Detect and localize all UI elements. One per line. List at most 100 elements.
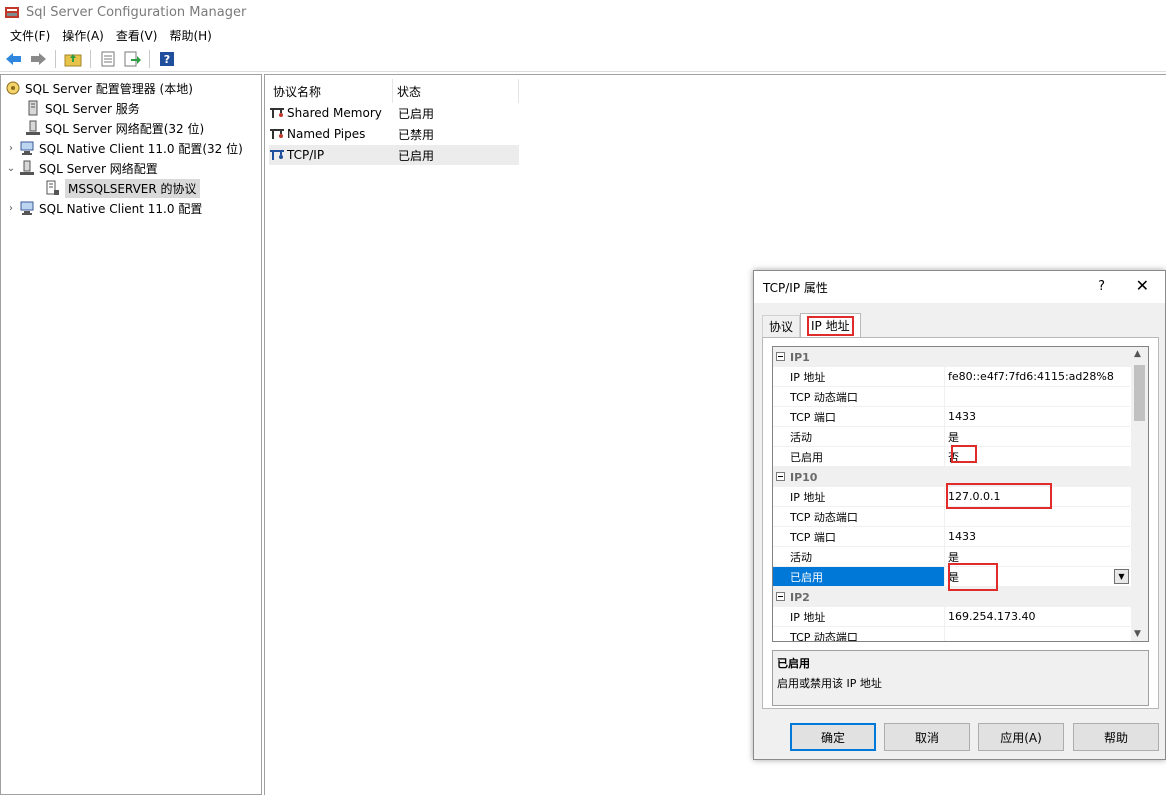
toolbar-divider (90, 50, 91, 68)
network-icon (25, 120, 41, 136)
tree-item-network-32[interactable]: SQL Server 网络配置(32 位) (11, 118, 204, 138)
tree-expander[interactable]: › (5, 203, 17, 214)
grid-property-value[interactable]: 1433 (944, 527, 1130, 547)
dialog-tabs: 协议 IP 地址 (762, 313, 861, 337)
property-description: 已启用 启用或禁用该 IP 地址 (772, 650, 1149, 706)
ip-address-tab-panel: IP1 IP 地址 fe80::e4f7:7fd6:4115:ad28%8 TC… (762, 337, 1159, 709)
property-grid: IP1 IP 地址 fe80::e4f7:7fd6:4115:ad28%8 TC… (772, 346, 1149, 642)
tab-ip-addresses[interactable]: IP 地址 (800, 313, 861, 337)
grid-property-name: 活动 (773, 547, 944, 567)
protocol-icon (269, 148, 285, 162)
annotation-box (946, 483, 1052, 509)
client-icon (19, 140, 35, 156)
grid-property-value[interactable]: 169.254.173.40 (944, 607, 1130, 627)
protocol-icon (269, 127, 285, 141)
apply-button[interactable]: 应用(A) (978, 723, 1064, 751)
network-icon (19, 160, 35, 176)
dialog-help-button[interactable]: ? (1098, 279, 1105, 294)
grid-property-value[interactable] (944, 507, 1130, 527)
annotation-box (951, 445, 977, 463)
arrow-left-icon[interactable] (4, 49, 24, 69)
grid-property-value[interactable]: 1433 (944, 407, 1130, 427)
grid-property-name: IP 地址 (773, 487, 944, 507)
protocol-name: TCP/IP (287, 148, 325, 162)
grid-row[interactable]: IP 地址 fe80::e4f7:7fd6:4115:ad28%8 (773, 367, 1131, 387)
grid-row[interactable]: TCP 动态端口 (773, 627, 1131, 641)
scrollbar-thumb[interactable] (1134, 365, 1145, 421)
tree-item-mssqlserver-protocols[interactable]: MSSQLSERVER 的协议 (31, 178, 200, 198)
grid-property-value[interactable] (944, 627, 1130, 641)
tree-item-native-client[interactable]: › SQL Native Client 11.0 配置 (9, 198, 202, 218)
tab-label: 协议 (769, 320, 794, 334)
tcpip-properties-dialog: TCP/IP 属性 ? ✕ 协议 IP 地址 IP1 IP 地址 fe80::e… (753, 270, 1166, 760)
collapse-icon[interactable] (776, 472, 785, 481)
grid-scrollbar[interactable]: ▲ ▼ (1131, 347, 1148, 641)
grid-property-name: TCP 端口 (773, 407, 944, 427)
scroll-down-icon[interactable]: ▼ (1134, 629, 1141, 639)
menu-view[interactable]: 查看(V) (110, 27, 164, 44)
protocol-status: 已启用 (398, 148, 435, 163)
protocol-status: 已禁用 (398, 127, 435, 142)
collapse-icon[interactable] (776, 352, 785, 361)
toolbar-divider (55, 50, 56, 68)
tree-item-config-manager[interactable]: SQL Server 配置管理器 (本地) (3, 78, 193, 98)
help-icon[interactable]: ? (157, 49, 177, 69)
grid-property-value[interactable]: 是 (944, 427, 1130, 447)
grid-property-name: TCP 端口 (773, 527, 944, 547)
close-icon[interactable]: ✕ (1136, 276, 1149, 295)
window-title: Sql Server Configuration Manager (26, 4, 247, 20)
protocol-icon (269, 106, 285, 120)
window-titlebar: Sql Server Configuration Manager (0, 0, 1166, 24)
services-icon (25, 100, 41, 116)
grid-property-value[interactable] (944, 387, 1130, 407)
list-item[interactable]: Shared Memory 已启用 (269, 103, 519, 123)
tree-item-network[interactable]: ⌄ SQL Server 网络配置 (7, 158, 158, 178)
grid-row[interactable]: TCP 动态端口 (773, 507, 1131, 527)
menu-action[interactable]: 操作(A) (56, 27, 110, 44)
grid-property-name: 活动 (773, 427, 944, 447)
properties-icon[interactable] (98, 49, 118, 69)
tree-item-label: SQL Server 网络配置(32 位) (45, 121, 205, 136)
grid-property-name: 已启用 (773, 447, 944, 467)
menu-bar: 文件(F) 操作(A) 查看(V) 帮助(H) (0, 24, 1166, 46)
menu-file[interactable]: 文件(F) (4, 27, 56, 44)
tree-item-native-client-32[interactable]: › SQL Native Client 11.0 配置(32 位) (9, 138, 243, 158)
grid-row[interactable]: IP 地址 169.254.173.40 (773, 607, 1131, 627)
protocol-name: Named Pipes (287, 127, 366, 141)
chevron-down-icon[interactable]: ▼ (1114, 569, 1129, 584)
config-manager-icon (4, 4, 20, 20)
description-text: 启用或禁用该 IP 地址 (777, 677, 882, 690)
arrow-right-icon[interactable] (28, 49, 48, 69)
column-header-protocol[interactable]: 协议名称 (269, 79, 393, 103)
tree-item-label: MSSQLSERVER 的协议 (65, 178, 200, 198)
protocol-name: Shared Memory (287, 106, 382, 120)
grid-category-ip1[interactable]: IP1 (773, 347, 1131, 367)
scroll-up-icon[interactable]: ▲ (1134, 349, 1141, 359)
help-button[interactable]: 帮助 (1073, 723, 1159, 751)
export-icon[interactable] (122, 49, 142, 69)
svg-text:?: ? (164, 53, 170, 66)
dialog-title: TCP/IP 属性 (763, 280, 828, 295)
ok-button[interactable]: 确定 (790, 723, 876, 751)
grid-row[interactable]: TCP 端口 1433 (773, 407, 1131, 427)
tree-item-services[interactable]: SQL Server 服务 (11, 98, 140, 118)
grid-property-name: TCP 动态端口 (773, 507, 944, 527)
tree-expander[interactable]: ⌄ (5, 163, 17, 174)
tree-item-label: SQL Server 网络配置 (39, 161, 158, 176)
list-item[interactable]: TCP/IP 已启用 (269, 145, 519, 165)
list-item[interactable]: Named Pipes 已禁用 (269, 124, 519, 144)
grid-row[interactable]: TCP 动态端口 (773, 387, 1131, 407)
client-icon (19, 200, 35, 216)
grid-row[interactable]: 活动 是 (773, 427, 1131, 447)
grid-property-value[interactable]: fe80::e4f7:7fd6:4115:ad28%8 (944, 367, 1130, 387)
cancel-button[interactable]: 取消 (884, 723, 970, 751)
column-header-status[interactable]: 状态 (393, 79, 519, 103)
tree-expander[interactable]: › (5, 143, 17, 154)
tab-protocol[interactable]: 协议 (762, 315, 801, 337)
menu-help[interactable]: 帮助(H) (163, 27, 217, 44)
collapse-icon[interactable] (776, 592, 785, 601)
up-folder-icon[interactable] (63, 49, 83, 69)
toolbar-divider (149, 50, 150, 68)
grid-row[interactable]: TCP 端口 1433 (773, 527, 1131, 547)
grid-property-name: TCP 动态端口 (773, 387, 944, 407)
